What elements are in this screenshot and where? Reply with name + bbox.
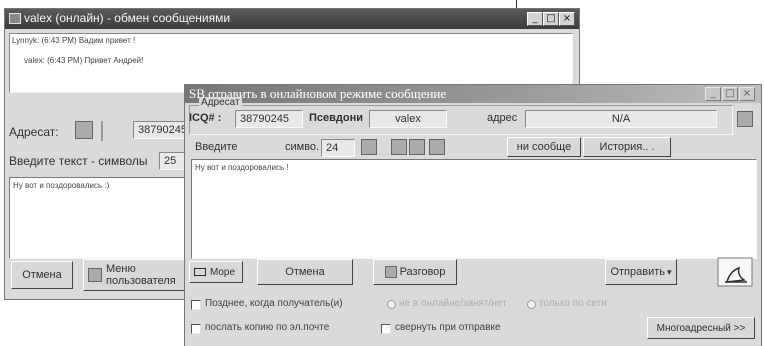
send-messages-label: ни сообще bbox=[516, 141, 572, 153]
user-menu-button[interactable]: Меню пользователя bbox=[83, 259, 187, 291]
minimize-button[interactable]: _ bbox=[705, 87, 721, 101]
cancel-button[interactable]: Отмена bbox=[257, 259, 353, 285]
maximize-button[interactable]: □ bbox=[722, 87, 738, 101]
offline-radio-label: не в онлайне/занят/нет bbox=[399, 298, 507, 309]
icq-number-field: 38790245 bbox=[235, 110, 303, 128]
email-copy-label: послать копию по эл.почте bbox=[205, 322, 330, 333]
color-icon[interactable] bbox=[409, 139, 425, 155]
addressee-label: Адресат: bbox=[9, 125, 59, 139]
cancel-label: Отмена bbox=[285, 266, 325, 278]
collapse-checkbox[interactable] bbox=[381, 324, 391, 334]
multiaddress-label: Многоадресный >> bbox=[656, 322, 746, 334]
title-bar[interactable]: valex (онлайн) - обмен сообщениями _ □ × bbox=[5, 9, 579, 29]
dropdown-icon: ▾ bbox=[667, 266, 672, 277]
cancel-label: Отмена bbox=[22, 269, 62, 281]
chat-button[interactable]: Разговор bbox=[373, 259, 457, 285]
more-button[interactable]: Mope bbox=[189, 261, 243, 283]
divider bbox=[101, 121, 103, 141]
info-icon[interactable] bbox=[737, 111, 753, 127]
send-label: Отправить bbox=[610, 266, 665, 278]
nickname-label: Псевдони bbox=[309, 112, 364, 124]
send-button[interactable]: Отправить ▾ bbox=[605, 259, 677, 285]
history-button[interactable]: История.. . bbox=[583, 137, 671, 157]
send-messages-tab[interactable]: ни сообще bbox=[507, 137, 581, 157]
window-icon bbox=[9, 13, 21, 24]
email-label: адрес bbox=[487, 112, 518, 124]
message-input[interactable]: Ну вот и поздоровались :) bbox=[9, 177, 199, 259]
message-input[interactable]: Ну вот и поздоровались ! bbox=[191, 159, 757, 259]
title-bar[interactable]: SB отравить в онлайновом режиме сообщени… bbox=[185, 85, 761, 103]
nickname-field: valex bbox=[369, 110, 447, 128]
char-count-field: 24 bbox=[321, 139, 355, 157]
chars-label: симво. bbox=[285, 141, 320, 153]
user-menu-label: Меню пользователя bbox=[106, 263, 176, 287]
background-icon[interactable] bbox=[429, 139, 445, 155]
message-text: Ну вот и поздоровались :) bbox=[13, 181, 110, 190]
log-line: valex: (6:43 PM) Привет Андрей! bbox=[24, 56, 144, 65]
log-line: Lynnyk: (6:43 PM) Вадим привет ! bbox=[12, 36, 136, 45]
close-button[interactable]: × bbox=[559, 12, 575, 26]
minimize-button[interactable]: _ bbox=[527, 12, 543, 26]
addressee-group-title: Адресат bbox=[199, 97, 242, 108]
more-icon bbox=[194, 268, 206, 276]
email-copy-checkbox[interactable] bbox=[191, 324, 201, 334]
chat-icon bbox=[384, 266, 397, 278]
more-label: Mope bbox=[210, 266, 236, 278]
email-field: N/A bbox=[525, 110, 717, 128]
later-checkbox[interactable] bbox=[191, 300, 201, 310]
collapse-label: свернуть при отправке bbox=[395, 322, 501, 333]
send-message-window: SB отравить в онлайновом режиме сообщени… bbox=[184, 84, 762, 346]
network-radio-label: только по сети bbox=[539, 298, 607, 309]
close-button[interactable]: × bbox=[739, 87, 755, 101]
chat-label: Разговор bbox=[399, 266, 446, 278]
offline-radio[interactable] bbox=[387, 300, 396, 309]
later-label: Позднее, когда получатель(и) bbox=[205, 298, 343, 309]
history-label: История.. . bbox=[599, 141, 655, 153]
network-radio[interactable] bbox=[527, 300, 536, 309]
icq-label: ICQ# : bbox=[189, 112, 222, 124]
message-text: Ну вот и поздоровались ! bbox=[195, 163, 289, 172]
smiley-icon[interactable] bbox=[391, 139, 407, 155]
menu-icon bbox=[88, 268, 102, 282]
window-title: valex (онлайн) - обмен сообщениями bbox=[24, 11, 231, 25]
contact-icon bbox=[75, 121, 93, 139]
maximize-button[interactable]: □ bbox=[543, 12, 559, 26]
enter-text-label: Введите текст - символы bbox=[9, 154, 148, 168]
enter-label: Введите bbox=[195, 141, 238, 153]
multiaddress-button[interactable]: Многоадресный >> bbox=[647, 317, 755, 339]
font-icon[interactable] bbox=[361, 139, 377, 155]
sticky-icon[interactable] bbox=[717, 257, 753, 287]
cancel-button[interactable]: Отмена bbox=[11, 261, 73, 289]
